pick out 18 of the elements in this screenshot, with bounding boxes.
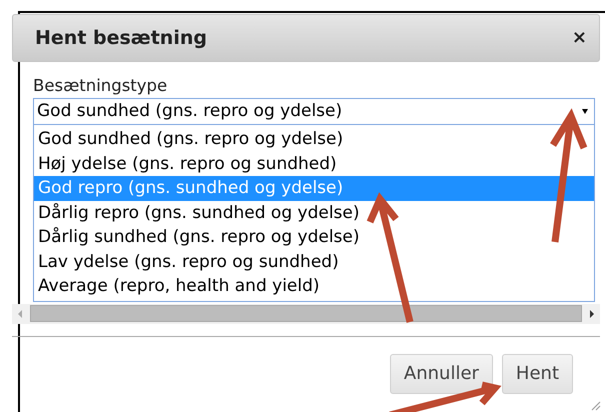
dropdown-option[interactable]: God sundhed (gns. repro og ydelse) [34, 127, 594, 152]
dropdown-option[interactable]: Dårlig sundhed (gns. repro og ydelse) [34, 225, 594, 250]
confirm-button[interactable]: Hent [502, 354, 573, 394]
field-label: Besætningstype [33, 75, 168, 97]
horizontal-scrollbar[interactable] [12, 304, 600, 324]
herd-type-select[interactable]: God sundhed (gns. repro og ydelse) [33, 98, 595, 125]
cancel-button[interactable]: Annuller [390, 354, 493, 394]
close-button[interactable]: × [572, 29, 587, 47]
scroll-right-icon[interactable] [590, 310, 594, 318]
dropdown-option[interactable]: Dårlig repro (gns. sundhed og ydelse) [34, 200, 594, 225]
scroll-left-icon[interactable] [18, 310, 22, 318]
resize-grip-icon[interactable] [591, 401, 601, 411]
dropdown-option[interactable]: Lav ydelse (gns. repro og sundhed) [34, 250, 594, 274]
dropdown-option[interactable]: Average (repro, health and yield) [34, 274, 594, 298]
scrollbar-thumb[interactable] [30, 305, 582, 322]
dropdown-caret-icon [582, 109, 588, 114]
dialog-title: Hent besætning [35, 26, 207, 51]
dropdown-option[interactable]: Høj ydelse (gns. repro og sundhed) [34, 152, 594, 176]
